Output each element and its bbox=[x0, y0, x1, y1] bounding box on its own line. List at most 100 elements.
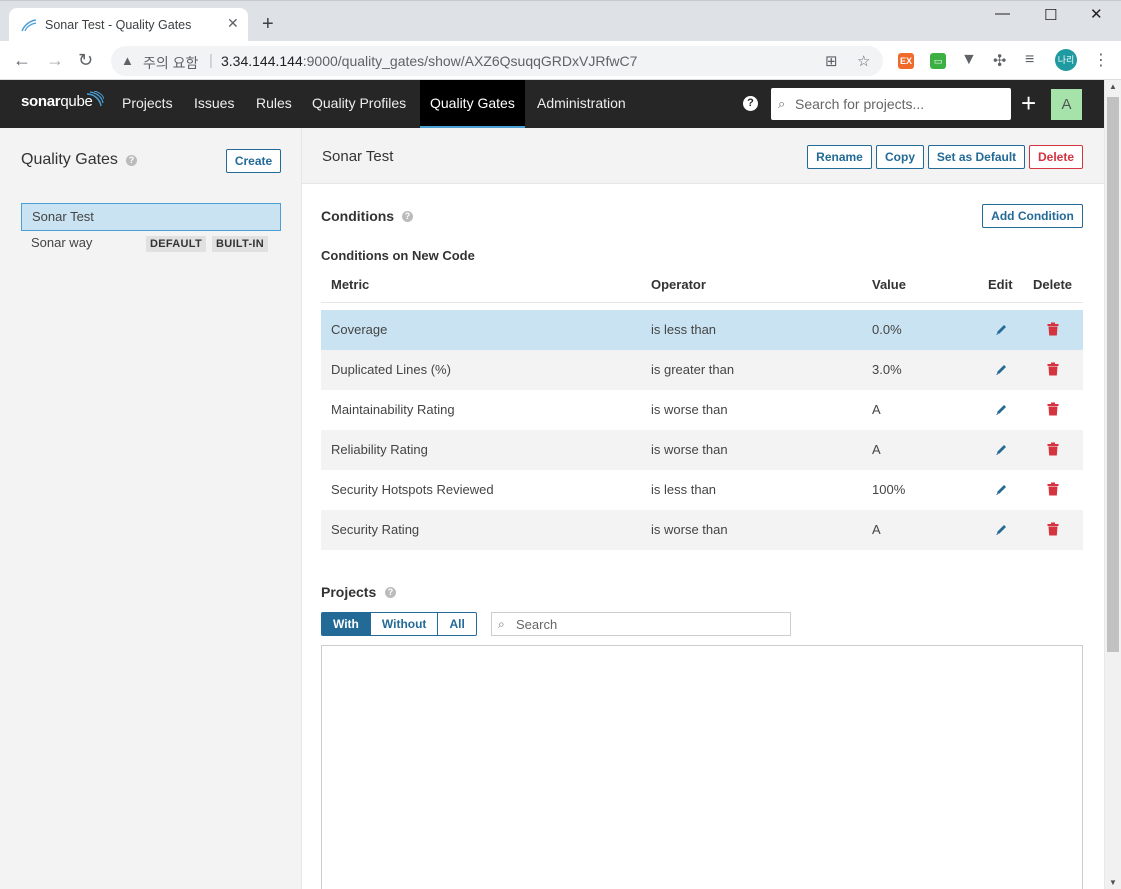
page-scrollbar[interactable]: ▲ ▼ bbox=[1104, 80, 1121, 889]
tab-close-icon[interactable]: ✕ bbox=[227, 15, 239, 32]
translate-icon[interactable]: ⊞ bbox=[825, 52, 838, 70]
project-search-input[interactable] bbox=[795, 88, 1005, 120]
condition-row: Security Rating is worse than A bbox=[321, 510, 1083, 550]
extension-vue-icon[interactable]: ▼ bbox=[961, 51, 977, 69]
condition-value: 100% bbox=[872, 482, 906, 497]
condition-metric: Reliability Rating bbox=[331, 442, 428, 457]
app-navbar: sonarqube Projects Issues Rules Quality … bbox=[0, 80, 1104, 128]
address-separator: | bbox=[209, 52, 213, 69]
condition-row: Security Hotspots Reviewed is less than … bbox=[321, 470, 1083, 510]
sonarqube-favicon-icon bbox=[21, 19, 37, 32]
delete-trash-icon[interactable] bbox=[1047, 482, 1059, 496]
nav-administration[interactable]: Administration bbox=[527, 80, 636, 128]
edit-pencil-icon[interactable] bbox=[995, 482, 1007, 496]
condition-value: A bbox=[872, 442, 881, 457]
delete-trash-icon[interactable] bbox=[1047, 362, 1059, 376]
extension-green-icon[interactable]: ▭ bbox=[930, 53, 946, 69]
create-plus-icon[interactable]: + bbox=[1021, 89, 1036, 117]
media-queue-icon[interactable]: ≡ bbox=[1025, 51, 1034, 69]
condition-metric: Security Rating bbox=[331, 522, 420, 537]
delete-trash-icon[interactable] bbox=[1047, 442, 1059, 456]
delete-gate-button[interactable]: Delete bbox=[1029, 145, 1083, 169]
delete-trash-icon[interactable] bbox=[1047, 522, 1059, 536]
new-tab-icon[interactable]: + bbox=[262, 14, 274, 34]
condition-row: Duplicated Lines (%) is greater than 3.0… bbox=[321, 350, 1083, 390]
minimize-icon[interactable]: — bbox=[995, 5, 1010, 22]
condition-value: A bbox=[872, 522, 881, 537]
set-as-default-button[interactable]: Set as Default bbox=[928, 145, 1025, 169]
back-icon[interactable]: ← bbox=[13, 50, 31, 70]
copy-button[interactable]: Copy bbox=[876, 145, 924, 169]
search-icon: ⌕ bbox=[778, 96, 786, 111]
new-code-subtitle: Conditions on New Code bbox=[321, 248, 475, 263]
reload-icon[interactable]: ↻ bbox=[78, 50, 93, 70]
sidebar-title: Quality Gates bbox=[21, 151, 118, 168]
browser-menu-icon[interactable]: ⋮ bbox=[1093, 50, 1109, 70]
projects-help-icon[interactable]: ? bbox=[385, 587, 396, 598]
condition-row: Coverage is less than 0.0% bbox=[321, 310, 1083, 350]
address-bar[interactable]: ▲ 주의 요함 | 3.34.144.144:9000/quality_gate… bbox=[111, 46, 883, 76]
filter-without-button[interactable]: Without bbox=[369, 612, 439, 636]
condition-operator: is less than bbox=[651, 322, 717, 337]
help-question-icon[interactable]: ? bbox=[126, 155, 137, 166]
create-button[interactable]: Create bbox=[226, 149, 281, 173]
edit-header: Edit bbox=[988, 277, 1013, 292]
user-avatar[interactable]: A bbox=[1051, 89, 1082, 120]
delete-trash-icon[interactable] bbox=[1047, 402, 1059, 416]
warning-icon[interactable]: ▲ bbox=[121, 53, 134, 68]
condition-operator: is less than bbox=[651, 482, 717, 497]
condition-row: Reliability Rating is worse than A bbox=[321, 430, 1083, 470]
conditions-help-icon[interactable]: ? bbox=[402, 211, 413, 222]
maximize-icon[interactable]: ☐ bbox=[1044, 6, 1057, 24]
nav-quality-profiles[interactable]: Quality Profiles bbox=[302, 80, 416, 128]
delete-trash-icon[interactable] bbox=[1047, 322, 1059, 336]
projects-title: Projects bbox=[321, 584, 377, 600]
sonarqube-logo[interactable]: sonarqube bbox=[21, 93, 93, 110]
extensions-puzzle-icon[interactable]: ✣ bbox=[993, 51, 1006, 71]
edit-pencil-icon[interactable] bbox=[995, 402, 1007, 416]
scroll-up-icon[interactable]: ▲ bbox=[1109, 82, 1117, 91]
metric-header: Metric bbox=[331, 277, 370, 292]
condition-value: 0.0% bbox=[872, 322, 902, 337]
scroll-down-icon[interactable]: ▼ bbox=[1109, 878, 1117, 887]
forward-icon[interactable]: → bbox=[46, 50, 64, 70]
built-in-badge: BUILT-IN bbox=[212, 236, 269, 252]
edit-pencil-icon[interactable] bbox=[995, 322, 1007, 336]
gate-item-sonar-way[interactable]: Sonar way DEFAULT BUILT-IN bbox=[21, 230, 281, 258]
gate-item-label: Sonar Test bbox=[32, 209, 94, 224]
table-header-divider bbox=[321, 302, 1083, 303]
edit-pencil-icon[interactable] bbox=[995, 442, 1007, 456]
add-condition-button[interactable]: Add Condition bbox=[982, 204, 1083, 228]
browser-tab[interactable]: Sonar Test - Quality Gates ✕ bbox=[9, 8, 248, 42]
help-icon[interactable]: ? bbox=[743, 96, 758, 111]
projects-search-input[interactable] bbox=[516, 613, 786, 635]
nav-rules[interactable]: Rules bbox=[246, 80, 302, 128]
filter-with-button[interactable]: With bbox=[321, 612, 371, 636]
gate-item-label: Sonar way bbox=[31, 235, 93, 250]
filter-all-button[interactable]: All bbox=[437, 612, 477, 636]
condition-operator: is greater than bbox=[651, 362, 735, 377]
page-title: Sonar Test bbox=[322, 148, 394, 165]
nav-projects[interactable]: Projects bbox=[112, 80, 183, 128]
nav-issues[interactable]: Issues bbox=[184, 80, 244, 128]
default-badge: DEFAULT bbox=[146, 236, 207, 252]
condition-value: 3.0% bbox=[872, 362, 902, 377]
projects-list[interactable] bbox=[321, 645, 1083, 889]
bookmark-star-icon[interactable]: ☆ bbox=[857, 52, 870, 70]
scrollbar-thumb[interactable] bbox=[1107, 97, 1119, 652]
url-text[interactable]: 3.34.144.144:9000/quality_gates/show/AXZ… bbox=[221, 53, 637, 69]
projects-search-box: ⌕ bbox=[491, 612, 791, 636]
edit-pencil-icon[interactable] bbox=[995, 362, 1007, 376]
not-secure-label[interactable]: 주의 요함 bbox=[143, 53, 198, 73]
edit-pencil-icon[interactable] bbox=[995, 522, 1007, 536]
project-filter-group: With Without All bbox=[321, 612, 477, 636]
gate-item-sonar-test[interactable]: Sonar Test bbox=[21, 203, 281, 231]
search-icon: ⌕ bbox=[498, 617, 505, 631]
rename-button[interactable]: Rename bbox=[807, 145, 872, 169]
conditions-title: Conditions bbox=[321, 208, 395, 224]
extension-ex-icon[interactable]: EX bbox=[898, 53, 914, 69]
condition-metric: Duplicated Lines (%) bbox=[331, 362, 451, 377]
nav-quality-gates[interactable]: Quality Gates bbox=[420, 80, 525, 128]
window-close-icon[interactable]: ✕ bbox=[1090, 5, 1103, 23]
browser-profile-avatar[interactable]: 나리 bbox=[1055, 49, 1077, 71]
